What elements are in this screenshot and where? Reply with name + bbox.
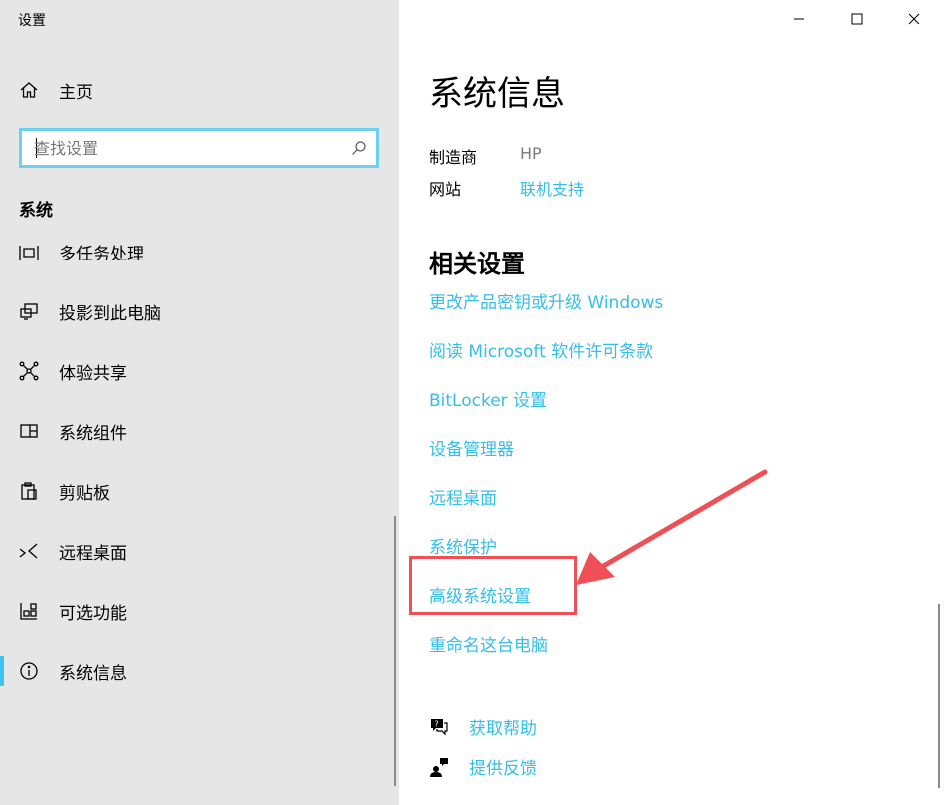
sidebar-item-system-info[interactable]: 系统信息 <box>0 649 399 693</box>
search-input[interactable] <box>34 135 334 161</box>
minimize-button[interactable] <box>775 0 823 38</box>
sidebar-item-home[interactable]: 主页 <box>0 68 399 112</box>
sidebar-item-label: 投影到此电脑 <box>59 303 161 324</box>
remote-desktop-link[interactable]: 远程桌面 <box>429 484 497 509</box>
sidebar-item-label: 系统组件 <box>59 423 127 444</box>
sidebar-item-remote-desktop[interactable]: 远程桌面 <box>0 529 399 573</box>
get-help-label: 获取帮助 <box>469 719 537 739</box>
device-manager-link[interactable]: 设备管理器 <box>429 435 514 460</box>
maximize-icon <box>851 13 863 25</box>
give-feedback-label: 提供反馈 <box>469 759 537 779</box>
sidebar-item-label: 体验共享 <box>59 363 127 384</box>
sidebar-item-label: 剪贴板 <box>59 483 110 504</box>
rename-pc-link[interactable]: 重命名这台电脑 <box>429 631 548 656</box>
app-title: 设置 <box>18 13 46 29</box>
give-feedback-link[interactable]: 提供反馈 <box>429 754 537 779</box>
annotation-arrow <box>576 469 768 585</box>
optional-features-icon <box>19 601 39 621</box>
search-box[interactable] <box>19 128 379 168</box>
system-protection-link[interactable]: 系统保护 <box>429 533 497 558</box>
clipboard-icon <box>19 481 39 501</box>
sidebar-item-clipboard[interactable]: 剪贴板 <box>0 469 399 513</box>
related-settings-title: 相关设置 <box>429 250 525 278</box>
minimize-icon <box>794 18 804 20</box>
info-icon <box>19 661 39 681</box>
sidebar-item-multitask[interactable]: 多任务处理 <box>0 238 399 260</box>
components-icon <box>19 421 39 441</box>
license-terms-link[interactable]: 阅读 Microsoft 软件许可条款 <box>429 337 653 362</box>
section-title: 系统 <box>19 201 53 221</box>
sidebar-item-share[interactable]: 体验共享 <box>0 349 399 393</box>
page-title: 系统信息 <box>429 74 565 114</box>
sidebar-item-label: 主页 <box>59 82 93 103</box>
share-icon <box>19 361 39 381</box>
get-help-link[interactable]: ? 获取帮助 <box>429 714 537 739</box>
sidebar-item-label: 多任务处理 <box>59 245 144 260</box>
manufacturer-label: 制造商 <box>429 148 478 167</box>
close-icon <box>908 13 920 25</box>
remote-desktop-icon <box>19 541 39 561</box>
bitlocker-settings-link[interactable]: BitLocker 设置 <box>429 386 547 411</box>
main-panel: 系统信息 制造商 HP 网站 联机支持 相关设置 更改产品密钥或升级 Windo… <box>399 0 944 805</box>
change-product-key-link[interactable]: 更改产品密钥或升级 Windows <box>429 288 663 313</box>
sidebar: 设置 主页 系统 多任务处理 投影到此电脑 体验共享 <box>0 0 399 805</box>
maximize-button[interactable] <box>833 0 881 38</box>
close-button[interactable] <box>890 0 938 38</box>
annotation-highlight-box <box>409 556 577 615</box>
sidebar-item-optional-features[interactable]: 可选功能 <box>0 589 399 633</box>
home-icon <box>19 80 39 100</box>
online-support-link[interactable]: 联机支持 <box>520 176 584 200</box>
feedback-icon <box>429 757 449 777</box>
svg-text:?: ? <box>435 719 439 728</box>
search-icon[interactable] <box>350 139 368 157</box>
main-scrollbar[interactable] <box>938 604 940 788</box>
sidebar-item-label: 可选功能 <box>59 603 127 624</box>
sidebar-item-label: 系统信息 <box>59 663 127 684</box>
website-label: 网站 <box>429 180 462 199</box>
help-chat-icon: ? <box>429 717 449 737</box>
multitask-icon <box>19 243 39 261</box>
manufacturer-value: HP <box>520 144 542 163</box>
sidebar-item-label: 远程桌面 <box>59 543 127 564</box>
project-icon <box>19 301 39 321</box>
sidebar-item-components[interactable]: 系统组件 <box>0 409 399 453</box>
sidebar-item-project[interactable]: 投影到此电脑 <box>0 289 399 333</box>
sidebar-scrollbar[interactable] <box>394 516 396 786</box>
